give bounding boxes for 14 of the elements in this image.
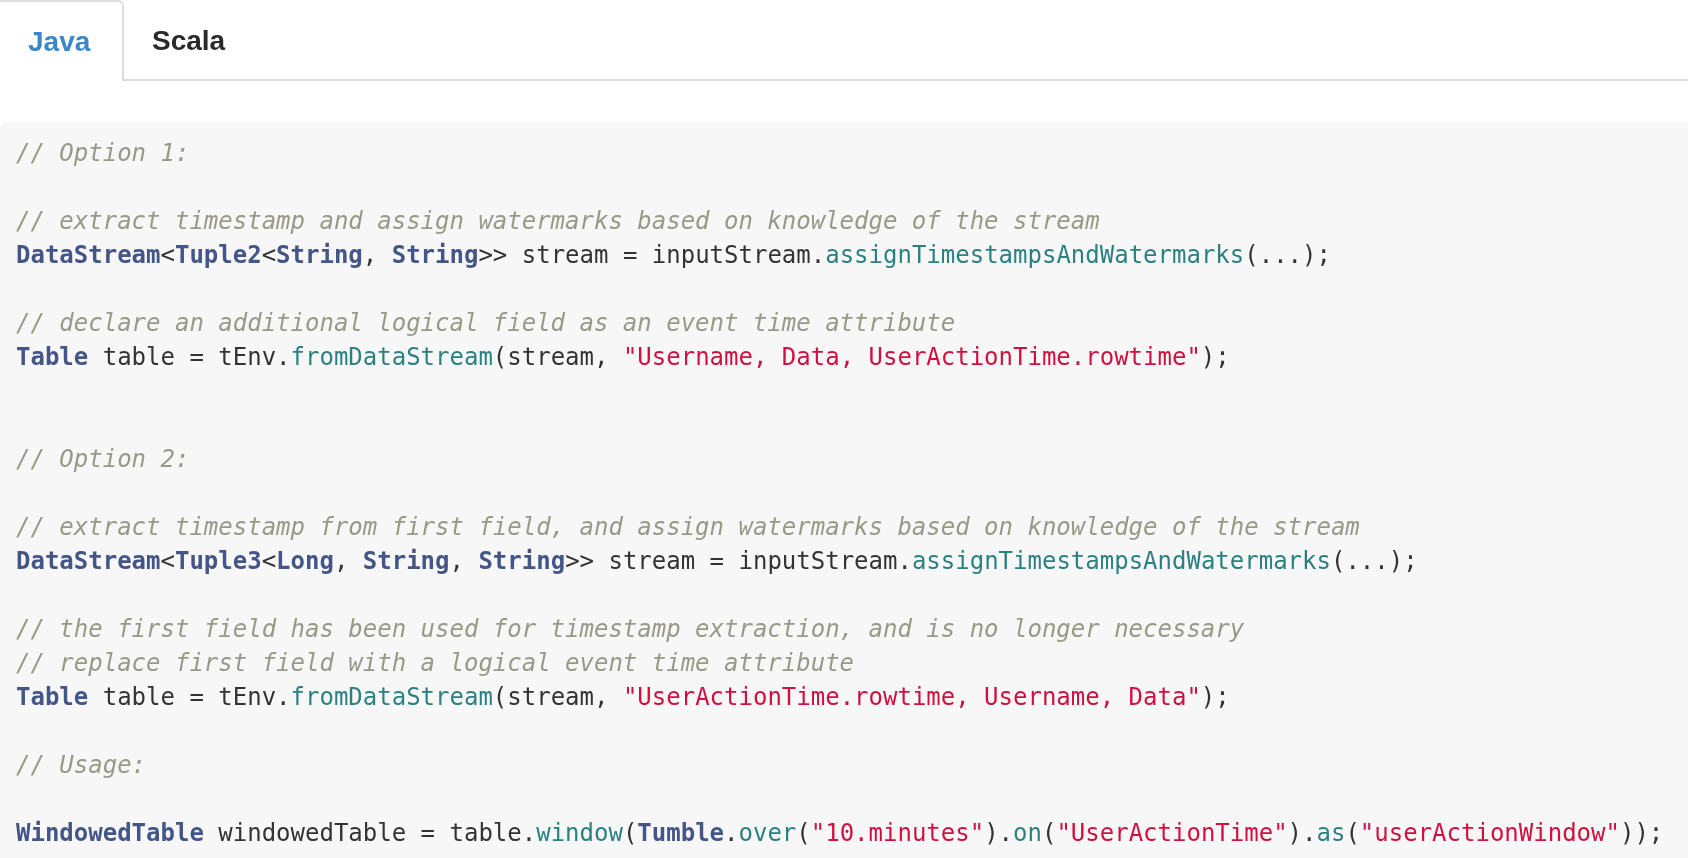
code-comment: // extract timestamp and assign watermarks based on knowledge of the stream <box>16 206 1100 237</box>
code-comment: // declare an additional logical field as an event time attribute <box>16 308 956 339</box>
code-comment: // Option 2: <box>16 444 190 475</box>
code-line: DataStream<Tuple3<Long, String, String>> stream = inputStream.assignTimestampsAndWatermarks(...); <box>16 546 1418 577</box>
code-comment: // Option 1: <box>16 138 190 169</box>
code-line: WindowedTable windowedTable = table.window(Tumble.over("10.minutes").on("UserActionTime").as("userActionWindow")); <box>16 818 1664 849</box>
code-comment: // extract timestamp from first field, and assign watermarks based on knowledge of the stream <box>16 512 1360 543</box>
code-line: DataStream<Tuple2<String, String>> stream = inputStream.assignTimestampsAndWatermarks(...); <box>16 240 1331 271</box>
language-tab[interactable]: Java <box>0 0 124 81</box>
code-comment: // Usage: <box>16 750 147 781</box>
code-line: Table table = tEnv.fromDataStream(stream, "UserActionTime.rowtime, Username, Data"); <box>16 682 1230 713</box>
code-comment: // the first field has been used for timestamp extraction, and is no longer necessary <box>16 614 1245 645</box>
code-line: Table table = tEnv.fromDataStream(stream, "Username, Data, UserActionTime.rowtime"); <box>16 342 1230 373</box>
code-comment: // replace first field with a logical event time attribute <box>16 648 855 679</box>
